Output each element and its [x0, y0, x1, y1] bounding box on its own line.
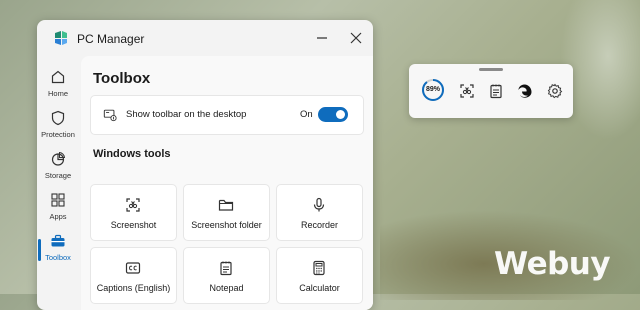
- nav-item-home[interactable]: Home: [37, 65, 79, 105]
- title-bar[interactable]: PC Manager: [37, 20, 373, 56]
- toolbox-icon: [51, 234, 65, 247]
- tool-label-notepad: Notepad: [209, 283, 244, 293]
- tool-label-screenshot: Screenshot: [110, 220, 157, 230]
- captions-icon: [125, 262, 141, 274]
- nav-label-home: Home: [47, 89, 68, 98]
- nav-item-apps[interactable]: Apps: [37, 188, 79, 228]
- tool-notepad[interactable]: Notepad: [183, 247, 270, 304]
- toggle-knob: [336, 110, 345, 119]
- notepad-icon: [220, 261, 232, 276]
- nav-label-apps: Apps: [49, 212, 67, 221]
- tool-recorder[interactable]: Recorder: [276, 184, 363, 241]
- app-title: PC Manager: [77, 32, 145, 46]
- desktop-toolbar-icon: [103, 109, 117, 122]
- minimize-icon: [317, 37, 327, 39]
- nav-label-storage: Storage: [44, 171, 72, 180]
- toolbar-edge-button[interactable]: [513, 79, 537, 103]
- close-icon: [350, 32, 362, 44]
- tool-screenshot-folder[interactable]: Screenshot folder: [183, 184, 270, 241]
- home-icon: [51, 70, 65, 84]
- notepad-icon: [490, 84, 502, 99]
- memory-usage-text: 89%: [425, 86, 440, 93]
- close-button[interactable]: [342, 26, 370, 50]
- watermark: Webuy: [494, 246, 611, 282]
- memory-usage-button[interactable]: 89%: [421, 78, 445, 102]
- pc-manager-logo-icon: [55, 31, 67, 45]
- toolbar-setting-card: Show toolbar on the desktop On: [90, 95, 364, 135]
- apps-grid-icon: [51, 193, 65, 207]
- gear-icon: [547, 83, 563, 99]
- tool-calculator[interactable]: Calculator: [276, 247, 363, 304]
- edge-browser-icon: [518, 84, 532, 98]
- nav-label-toolbox: Toolbox: [45, 253, 71, 262]
- tool-label-calculator: Calculator: [299, 283, 340, 293]
- nav-label-protection: Protection: [41, 130, 75, 139]
- nav-item-toolbox[interactable]: Toolbox: [37, 229, 79, 269]
- tool-label-captions: Captions (English): [96, 283, 171, 293]
- tool-label-screenshot-folder: Screenshot folder: [191, 220, 262, 230]
- nav-item-protection[interactable]: Protection: [37, 106, 79, 146]
- toolbar-screenshot-button[interactable]: [455, 79, 479, 103]
- tool-label-recorder: Recorder: [300, 220, 338, 230]
- page-title: Toolbox: [93, 70, 151, 87]
- screenshot-icon: [126, 198, 140, 212]
- toolbar-setting-label: Show toolbar on the desktop: [126, 109, 247, 120]
- toolbar-drag-handle[interactable]: [479, 68, 503, 71]
- minimize-button[interactable]: [308, 26, 336, 50]
- calculator-icon: [313, 260, 325, 276]
- folder-icon: [218, 199, 234, 211]
- show-toolbar-toggle[interactable]: [318, 107, 348, 122]
- tool-captions[interactable]: Captions (English): [90, 247, 177, 304]
- toolbar-setting-state: On: [300, 109, 313, 120]
- section-title: Windows tools: [93, 148, 171, 160]
- toolbar-notepad-button[interactable]: [484, 79, 508, 103]
- pc-manager-window: PC Manager Home Protection Storage Apps: [37, 20, 373, 310]
- screenshot-icon: [460, 84, 474, 98]
- desktop-toolbar: 89%: [409, 64, 573, 118]
- toolbox-page: Toolbox Show toolbar on the desktop On W…: [81, 56, 373, 310]
- toolbar-settings-button[interactable]: [543, 79, 567, 103]
- nav-item-storage[interactable]: Storage: [37, 147, 79, 187]
- tool-screenshot[interactable]: Screenshot: [90, 184, 177, 241]
- pie-chart-icon: [51, 151, 66, 166]
- microphone-icon: [313, 197, 325, 212]
- shield-icon: [51, 110, 65, 126]
